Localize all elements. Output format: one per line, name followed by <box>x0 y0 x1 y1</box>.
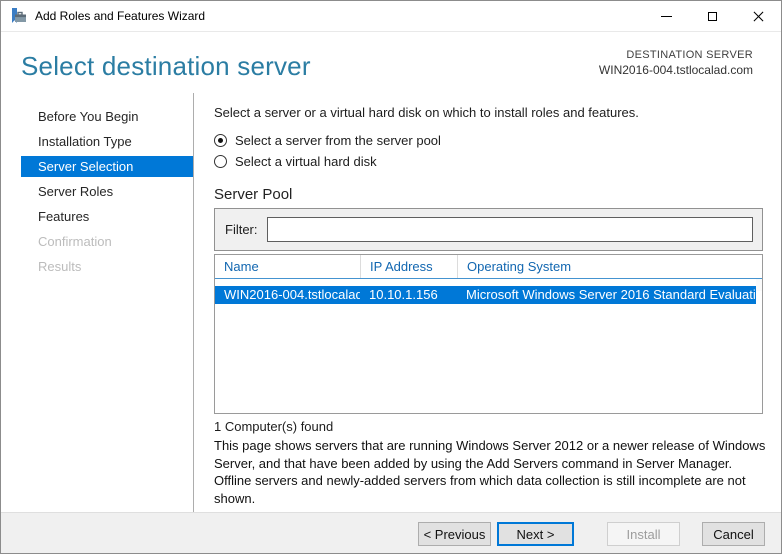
column-header-operating-system[interactable]: Operating System <box>457 255 762 278</box>
filter-box: Filter: <box>214 208 763 251</box>
wizard-window: Add Roles and Features Wizard Select des… <box>0 0 782 554</box>
close-icon <box>752 10 765 23</box>
filter-label: Filter: <box>225 222 258 237</box>
server-pool-table: Name IP Address Operating System WIN2016… <box>214 254 763 414</box>
server-manager-icon <box>12 8 26 23</box>
maximize-icon <box>707 12 717 21</box>
sidebar-item-features[interactable]: Features <box>21 206 193 227</box>
sidebar-item-installation-type[interactable]: Installation Type <box>21 131 193 152</box>
radio-selected-icon[interactable] <box>214 134 227 147</box>
destination-server-value: WIN2016-004.tstlocalad.com <box>598 63 753 77</box>
page-title: Select destination server <box>21 51 311 81</box>
next-button[interactable]: Next > <box>497 522 574 546</box>
maximize-button[interactable] <box>689 1 735 32</box>
sidebar-item-confirmation: Confirmation <box>38 234 112 249</box>
cell-server-name: WIN2016-004.tstlocalad.... <box>224 287 360 302</box>
column-header-ip-address[interactable]: IP Address <box>360 255 457 278</box>
sidebar-item-before-you-begin[interactable]: Before You Begin <box>21 106 193 127</box>
close-button[interactable] <box>735 1 781 32</box>
footer-bar: < Previous Next > Install Cancel <box>1 512 781 553</box>
radio-label: Select a server from the server pool <box>235 133 441 148</box>
column-header-name[interactable]: Name <box>215 255 360 278</box>
window-title: Add Roles and Features Wizard <box>35 9 206 23</box>
previous-button[interactable]: < Previous <box>418 522 491 546</box>
minimize-icon <box>660 16 672 17</box>
radio-select-server-pool[interactable]: Select a server from the server pool <box>214 133 441 148</box>
page-description: Select a server or a virtual hard disk o… <box>214 105 639 120</box>
destination-server-label: DESTINATION SERVER <box>626 49 753 61</box>
table-header-row: Name IP Address Operating System <box>215 255 762 279</box>
sidebar-item-server-selection[interactable]: Server Selection <box>21 156 193 177</box>
filter-input[interactable] <box>266 217 753 242</box>
install-button: Install <box>607 522 680 546</box>
cell-server-os: Microsoft Windows Server 2016 Standard E… <box>466 287 756 302</box>
page-note: This page shows servers that are running… <box>214 438 766 506</box>
table-row-selected-server[interactable]: WIN2016-004.tstlocalad.... 10.10.1.156 M… <box>215 286 756 304</box>
wizard-steps-sidebar: Before You Begin Installation Type Serve… <box>1 106 193 281</box>
destination-block: DESTINATION SERVER WIN2016-004.tstlocala… <box>599 49 753 77</box>
sidebar-item-results: Results <box>38 259 82 274</box>
computers-found-count: 1 Computer(s) found <box>214 419 334 434</box>
server-pool-heading: Server Pool <box>214 186 293 203</box>
radio-label: Select a virtual hard disk <box>235 154 377 169</box>
cancel-button[interactable]: Cancel <box>702 522 765 546</box>
sidebar-item-server-roles[interactable]: Server Roles <box>21 181 193 202</box>
minimize-button[interactable] <box>643 1 689 32</box>
radio-select-virtual-hard-disk[interactable]: Select a virtual hard disk <box>214 154 377 169</box>
scrollbar-gutter <box>756 279 762 291</box>
title-bar: Add Roles and Features Wizard <box>1 1 781 32</box>
sidebar-divider <box>193 93 194 514</box>
cell-server-ip: 10.10.1.156 <box>369 287 438 302</box>
radio-unselected-icon[interactable] <box>214 155 227 168</box>
window-controls <box>643 1 781 32</box>
